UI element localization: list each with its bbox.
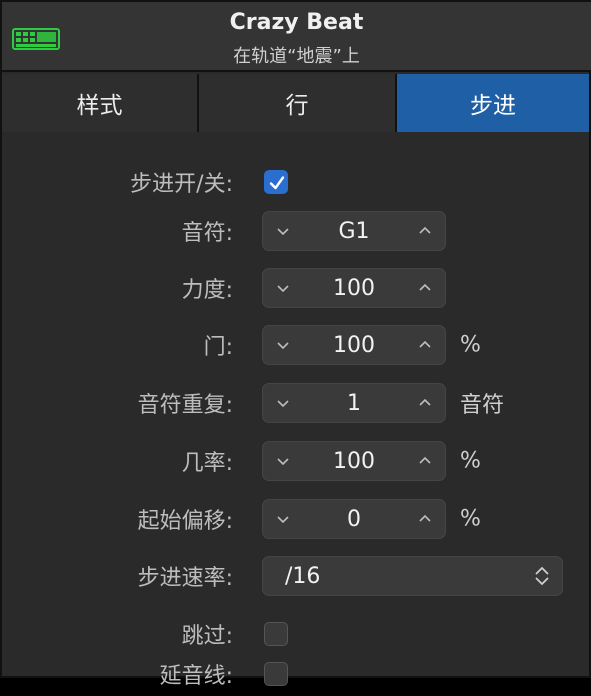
chevron-up-icon[interactable] <box>407 212 443 250</box>
row-velocity: 力度: 100 <box>2 266 591 310</box>
row-step-on-off: 步进开/关: <box>2 160 591 204</box>
note-repeat-label: 音符重复: <box>137 393 233 418</box>
tie-checkbox[interactable] <box>264 662 288 686</box>
probability-label: 几率: <box>181 451 233 476</box>
track-title: Crazy Beat <box>229 10 364 35</box>
note-repeat-value[interactable]: 1 <box>303 384 405 422</box>
tie-label: 延音线: <box>159 664 233 689</box>
gate-stepper[interactable]: 100 <box>262 325 446 365</box>
note-stepper[interactable]: G1 <box>262 211 446 251</box>
step-on-off-checkbox[interactable] <box>264 170 288 194</box>
inspector-tabs: 样式 行 步进 <box>2 74 591 132</box>
row-probability: 几率: 100 % <box>2 439 591 483</box>
step-on-off-label: 步进开/关: <box>130 172 233 197</box>
step-rate-select[interactable]: /16 <box>262 556 563 596</box>
chevron-down-icon[interactable] <box>265 326 301 364</box>
step-inspector-window: Crazy Beat 在轨道“地震”上 样式 行 步进 步进开/关: 音符: G… <box>0 0 591 689</box>
tab-pattern[interactable]: 样式 <box>2 74 199 132</box>
step-rate-value: /16 <box>285 563 321 589</box>
probability-stepper[interactable]: 100 <box>262 441 446 481</box>
gate-unit: % <box>460 332 481 358</box>
probability-unit: % <box>460 448 481 474</box>
chevron-down-icon[interactable] <box>265 269 301 307</box>
row-note: 音符: G1 <box>2 209 591 253</box>
note-label: 音符: <box>181 221 233 246</box>
inspector-header: Crazy Beat 在轨道“地震”上 <box>2 2 591 72</box>
note-repeat-unit: 音符 <box>460 393 505 418</box>
velocity-stepper[interactable]: 100 <box>262 268 446 308</box>
chevron-down-icon[interactable] <box>265 384 301 422</box>
row-gate: 门: 100 % <box>2 323 591 367</box>
row-tie: 延音线: <box>2 652 591 696</box>
tab-row[interactable]: 行 <box>199 74 397 132</box>
skip-checkbox[interactable] <box>264 622 288 646</box>
step-rate-label: 步进速率: <box>137 566 233 591</box>
chevron-up-icon[interactable] <box>407 442 443 480</box>
chevron-up-icon[interactable] <box>407 500 443 538</box>
chevron-up-icon[interactable] <box>407 269 443 307</box>
start-offset-unit: % <box>460 506 481 532</box>
start-offset-value[interactable]: 0 <box>303 500 405 538</box>
checkmark-icon <box>269 176 285 190</box>
chevron-up-icon[interactable] <box>407 326 443 364</box>
row-step-rate: 步进速率: /16 <box>2 554 591 598</box>
skip-label: 跳过: <box>181 624 233 649</box>
row-start-offset: 起始偏移: 0 % <box>2 497 591 541</box>
velocity-label: 力度: <box>181 278 233 303</box>
gate-value[interactable]: 100 <box>303 326 405 364</box>
up-down-chevron-icon <box>532 565 552 587</box>
track-subtitle: 在轨道“地震”上 <box>233 46 360 67</box>
note-repeat-stepper[interactable]: 1 <box>262 383 446 423</box>
velocity-value[interactable]: 100 <box>303 269 405 307</box>
chevron-down-icon[interactable] <box>265 212 301 250</box>
probability-value[interactable]: 100 <box>303 442 405 480</box>
start-offset-label: 起始偏移: <box>137 509 233 534</box>
row-note-repeat: 音符重复: 1 音符 <box>2 381 591 425</box>
row-skip: 跳过: <box>2 612 591 656</box>
tab-step[interactable]: 步进 <box>397 74 589 132</box>
chevron-up-icon[interactable] <box>407 384 443 422</box>
gate-label: 门: <box>203 335 233 360</box>
note-value[interactable]: G1 <box>303 212 405 250</box>
chevron-down-icon[interactable] <box>265 500 301 538</box>
start-offset-stepper[interactable]: 0 <box>262 499 446 539</box>
chevron-down-icon[interactable] <box>265 442 301 480</box>
